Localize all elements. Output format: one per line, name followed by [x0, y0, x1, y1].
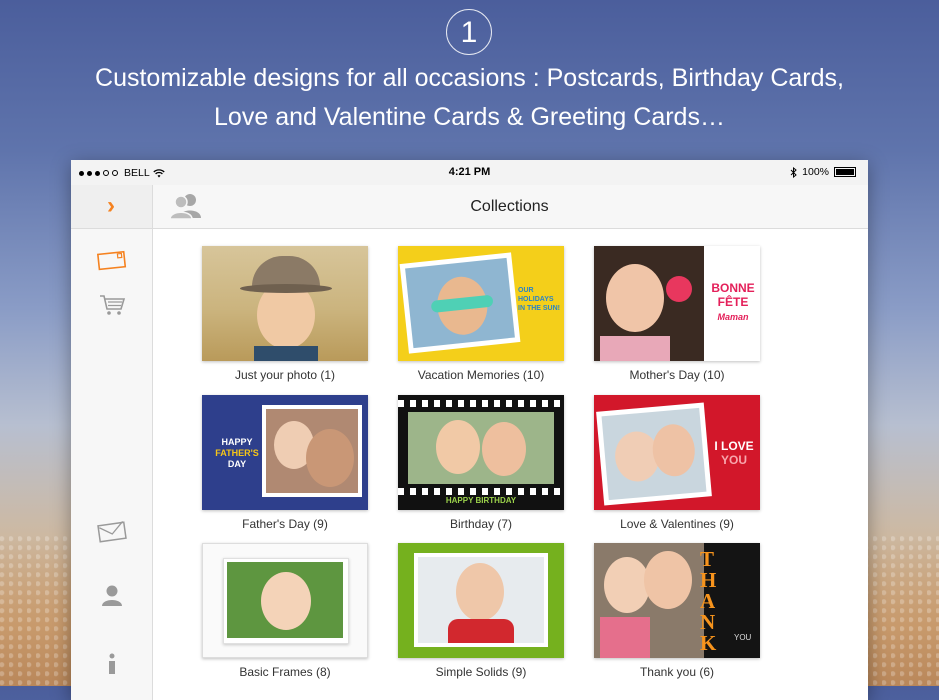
status-right: 100% — [790, 166, 856, 178]
collection-card-love-valentines[interactable]: I LOVE YOU Love & Valentines (9) — [594, 395, 760, 531]
promo-headline-line1: Customizable designs for all occasions :… — [95, 64, 844, 92]
collection-thumbnail: THANK YOU — [594, 543, 760, 658]
collection-card-mothers-day[interactable]: BONNE FÊTE Maman Mother's Day (10) — [594, 246, 760, 382]
collection-thumbnail — [398, 543, 564, 658]
collection-label: Basic Frames (8) — [239, 665, 331, 679]
collection-card-fathers-day[interactable]: HAPPY FATHER'S DAY Father's Day (9) — [202, 395, 368, 531]
page-title: Collections — [470, 198, 549, 215]
collection-card-basic-frames[interactable]: Basic Frames (8) — [202, 543, 368, 679]
cart-icon[interactable] — [98, 293, 126, 317]
status-bar: BELL 4:21 PM 100% — [71, 160, 868, 185]
collection-thumbnail: BONNE FÊTE Maman — [594, 246, 760, 361]
status-time: 4:21 PM — [448, 166, 491, 178]
collection-thumbnail: HAPPY FATHER'S DAY — [202, 395, 368, 510]
bluetooth-icon — [790, 166, 797, 178]
collection-label: Thank you (6) — [639, 665, 715, 679]
collection-label: Simple Solids (9) — [435, 665, 527, 679]
collection-thumbnail: OUR HOLIDAYS IN THE SUN! — [398, 246, 564, 361]
sidebar-item-info[interactable] — [71, 653, 152, 675]
sidebar-item-cart[interactable] — [71, 293, 152, 317]
info-icon[interactable] — [106, 653, 118, 675]
collection-label: Love & Valentines (9) — [620, 517, 734, 531]
collection-thumbnail: I LOVE YOU — [594, 395, 760, 510]
sidebar-item-account[interactable] — [71, 583, 152, 607]
mail-icon[interactable] — [96, 521, 127, 543]
battery-percent: 100% — [802, 166, 829, 178]
sidebar-item-postcards[interactable] — [71, 249, 152, 271]
collection-thumbnail: HAPPY BIRTHDAY — [398, 395, 564, 510]
promo-headline-line2: Love and Valentine Cards & Greeting Card… — [214, 103, 725, 131]
sidebar-item-messages[interactable] — [71, 521, 152, 543]
collection-label: Birthday (7) — [449, 517, 513, 531]
collection-label: Mother's Day (10) — [629, 368, 725, 382]
collection-label: Father's Day (9) — [242, 517, 328, 531]
collections-grid: Just your photo (1) OUR HOLIDAYS IN THE … — [153, 229, 868, 700]
chevron-right-icon[interactable]: › — [107, 194, 115, 218]
postcard-icon[interactable] — [96, 249, 127, 271]
collection-label: Just your photo (1) — [234, 368, 336, 382]
battery-icon — [834, 167, 856, 177]
collection-card-just-your-photo[interactable]: Just your photo (1) — [202, 246, 368, 382]
collection-card-vacation-memories[interactable]: OUR HOLIDAYS IN THE SUN! Vacation Memori… — [398, 246, 564, 382]
user-icon[interactable] — [100, 583, 124, 607]
sidebar: › — [71, 185, 153, 700]
collection-card-thank-you[interactable]: THANK YOU Thank you (6) — [594, 543, 760, 679]
collection-card-simple-solids[interactable]: Simple Solids (9) — [398, 543, 564, 679]
nav-bar: Collections — [153, 185, 868, 229]
ipad-screen: BELL 4:21 PM 100% › Collections Just you… — [71, 160, 868, 700]
collection-thumbnail — [202, 543, 368, 658]
collection-card-birthday[interactable]: HAPPY BIRTHDAY Birthday (7) — [398, 395, 564, 531]
sidebar-toggle[interactable]: › — [71, 185, 152, 229]
collection-thumbnail — [202, 246, 368, 361]
step-number: 1 — [446, 9, 492, 55]
collection-label: Vacation Memories (10) — [417, 368, 545, 382]
